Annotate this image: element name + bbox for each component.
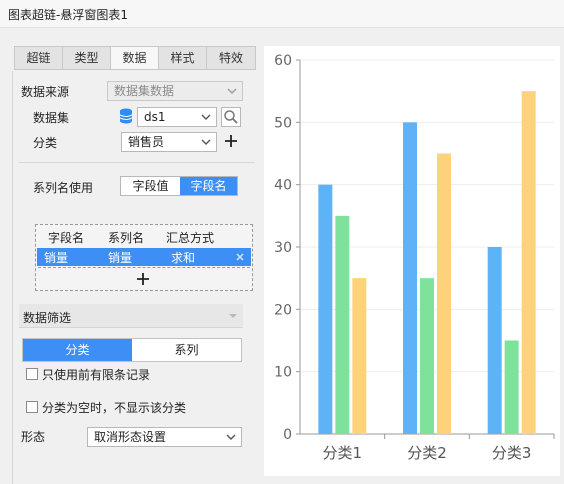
chevron-down-icon	[201, 114, 211, 120]
chevron-down-icon	[201, 139, 211, 145]
limit-records-checkbox[interactable]	[26, 368, 38, 380]
bar	[403, 122, 417, 434]
series-name-option-field-value[interactable]: 字段值	[121, 177, 180, 195]
add-field-button[interactable]	[38, 267, 250, 289]
tab-effects[interactable]: 特效	[207, 47, 255, 69]
window-title: 图表超链-悬浮窗图表1	[8, 8, 128, 22]
y-tick-label: 30	[274, 240, 292, 256]
bar	[318, 184, 333, 434]
hide-empty-checkbox[interactable]	[26, 401, 38, 413]
series-name-label: 系列名使用	[33, 181, 94, 195]
hide-empty-label: 分类为空时，不显示该分类	[42, 401, 187, 415]
y-tick-label: 0	[283, 427, 292, 443]
divider	[19, 162, 255, 163]
data-tab-panel: 数据来源 数据集数据 数据集 ds1 分类 销售员 系列名使用 字段值 字段名 …	[12, 71, 255, 484]
y-tick-label: 50	[274, 115, 292, 131]
filter-tabs: 分类 系列	[22, 338, 242, 362]
chevron-down-icon	[227, 88, 237, 94]
database-icon	[119, 108, 133, 124]
series-name-toggle: 字段值 字段名	[120, 176, 238, 196]
dataset-value: ds1	[144, 110, 166, 124]
dataset-select[interactable]: ds1	[137, 107, 217, 127]
column-header-field: 字段名	[48, 231, 85, 245]
plus-icon[interactable]	[223, 133, 239, 149]
form-label: 形态	[21, 430, 46, 444]
category-select[interactable]: 销售员	[121, 132, 217, 152]
y-tick-label: 10	[274, 365, 292, 381]
y-tick-label: 40	[274, 178, 292, 194]
tab-type[interactable]: 类型	[63, 47, 111, 69]
dataset-label: 数据集	[33, 111, 70, 125]
chevron-down-icon	[226, 434, 236, 440]
table-row[interactable]: 销量 销量 求和	[37, 248, 251, 266]
limit-records-label: 只使用前有限条记录	[42, 368, 151, 382]
dataset-search-button[interactable]	[221, 107, 241, 127]
category-label: 分类	[33, 136, 58, 150]
row-summary: 求和	[171, 251, 196, 265]
data-source-label: 数据来源	[21, 85, 70, 99]
x-tick-label: 分类3	[492, 444, 532, 462]
bar	[335, 215, 350, 434]
column-header-series: 系列名	[108, 231, 145, 245]
form-value: 取消形态设置	[94, 430, 167, 444]
caret-down-icon	[229, 314, 237, 318]
tab-data[interactable]: 数据	[111, 47, 159, 69]
bar	[504, 340, 519, 434]
tab-bar: 超链 类型 数据 样式 特效	[14, 46, 256, 70]
data-source-select[interactable]: 数据集数据	[107, 81, 243, 101]
row-field: 销量	[44, 251, 69, 265]
field-table: 字段名 系列名 汇总方式 销量 销量 求和	[35, 224, 253, 291]
bar	[437, 153, 451, 434]
form-select[interactable]: 取消形态设置	[87, 427, 242, 447]
x-tick-label: 分类1	[323, 444, 363, 462]
category-value: 销售员	[128, 135, 165, 149]
column-header-summary: 汇总方式	[166, 231, 215, 245]
bar	[352, 278, 367, 434]
x-tick-label: 分类2	[407, 444, 447, 462]
series-name-option-field-name[interactable]: 字段名	[180, 177, 237, 195]
chart-preview: 0 10 20 30 40 50 60 分类1 分类2 分类3	[264, 46, 560, 476]
settings-panel: 超链 类型 数据 样式 特效 数据来源 数据集数据 数据集 ds1 分类 销售员…	[12, 45, 258, 484]
row-series: 销量	[108, 251, 133, 265]
bar	[420, 278, 434, 434]
close-icon[interactable]	[235, 252, 245, 262]
search-icon	[224, 110, 238, 124]
data-source-value: 数据集数据	[114, 84, 175, 98]
title-bar: 图表超链-悬浮窗图表1	[0, 0, 564, 28]
filter-tab-series[interactable]: 系列	[132, 339, 241, 361]
data-filter-label: 数据筛选	[23, 311, 72, 325]
data-filter-header[interactable]: 数据筛选	[19, 304, 243, 328]
filter-tab-category[interactable]: 分类	[23, 339, 132, 361]
bar	[521, 91, 536, 434]
plus-icon	[137, 273, 149, 285]
y-tick-label: 20	[274, 302, 292, 318]
y-tick-label: 60	[274, 53, 292, 69]
bar-chart: 0 10 20 30 40 50 60 分类1 分类2 分类3	[274, 53, 555, 462]
tab-style[interactable]: 样式	[159, 47, 207, 69]
tab-hyperlink[interactable]: 超链	[15, 47, 63, 69]
bar	[487, 247, 502, 434]
